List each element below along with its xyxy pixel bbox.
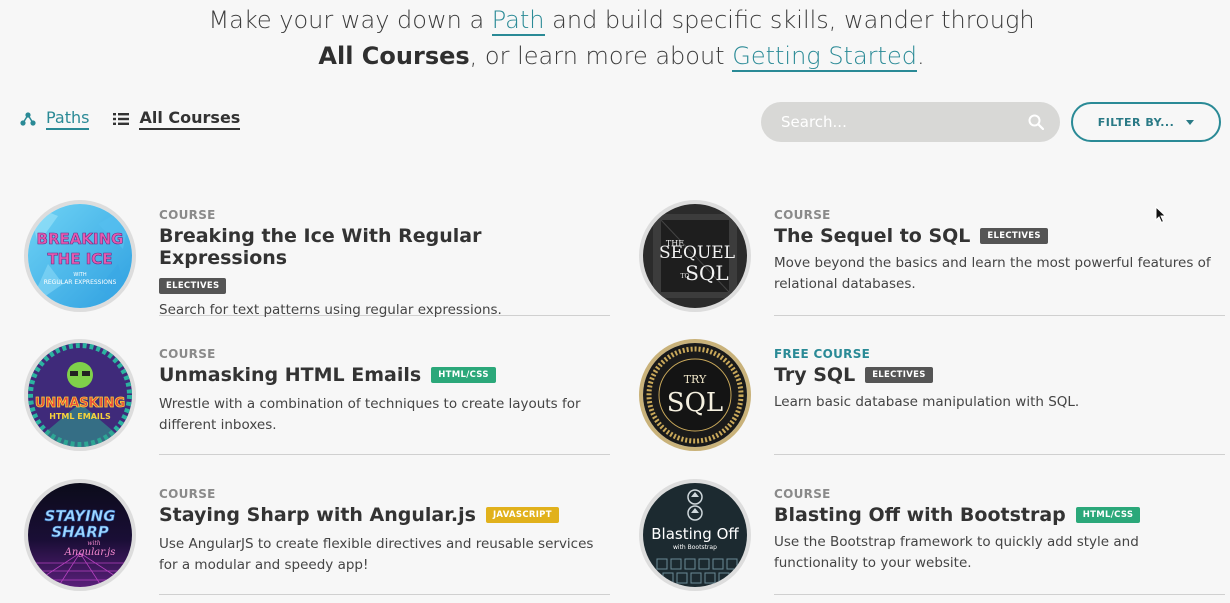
intro-text: Make your way down a Path and build spec… (0, 2, 1230, 74)
course-badge: ELECTIVES (865, 367, 933, 383)
course-title-row: The Sequel to SQL ELECTIVES (774, 225, 1225, 247)
svg-text:HTML EMAILS: HTML EMAILS (49, 412, 111, 421)
course-info: COURSE Breaking the Ice With Regular Exp… (159, 208, 610, 318)
course-kind: COURSE (159, 347, 216, 361)
all-courses-text: All Courses (318, 42, 470, 70)
svg-text:SQL: SQL (667, 388, 723, 418)
path-link[interactable]: Path (491, 6, 545, 36)
course-thumbnail: BREAKING THE ICE WITH REGULAR EXPRESSION… (24, 200, 136, 312)
course-info: COURSE Staying Sharp with Angular.js JAV… (159, 487, 610, 595)
course-card[interactable]: STAYING SHARP with Angular.js COURSE Sta… (24, 479, 610, 595)
search-icon[interactable] (1028, 114, 1044, 130)
svg-text:SQL: SQL (685, 261, 728, 285)
course-kind: COURSE (774, 487, 831, 501)
course-badge: HTML/CSS (1075, 507, 1141, 523)
course-title[interactable]: Breaking the Ice With Regular Expression… (159, 225, 610, 269)
svg-text:UNMASKING: UNMASKING (35, 396, 125, 411)
course-description: Search for text patterns using regular e… (159, 302, 502, 318)
svg-text:Angular.js: Angular.js (64, 547, 116, 558)
course-thumbnail: TRY SQL (639, 339, 751, 451)
course-card[interactable]: THE SEQUEL TO SQL COURSE The Sequel to S… (639, 200, 1225, 316)
course-title[interactable]: Blasting Off with Bootstrap (774, 504, 1066, 526)
course-info: COURSE The Sequel to SQL ELECTIVES Move … (774, 208, 1225, 316)
course-description: Move beyond the basics and learn the mos… (774, 255, 1211, 292)
intro-text-part: , or learn more about (469, 42, 733, 70)
course-kind: COURSE (774, 208, 831, 222)
course-kind: COURSE (159, 208, 216, 222)
svg-text:BREAKING: BREAKING (37, 230, 124, 248)
course-info: COURSE Blasting Off with Bootstrap HTML/… (774, 487, 1225, 595)
course-title[interactable]: Staying Sharp with Angular.js (159, 504, 476, 526)
course-card[interactable]: BREAKING THE ICE WITH REGULAR EXPRESSION… (24, 200, 610, 318)
filter-by-button[interactable]: FILTER BY... (1071, 102, 1221, 142)
course-badge: ELECTIVES (980, 228, 1048, 244)
list-icon (113, 113, 130, 125)
paths-icon (20, 112, 36, 126)
svg-text:SHARP: SHARP (51, 523, 109, 541)
caret-down-icon (1186, 119, 1195, 125)
course-title[interactable]: Try SQL (774, 364, 855, 386)
intro-line-1: Make your way down a Path and build spec… (0, 2, 1230, 38)
course-kind: FREE COURSE (774, 347, 871, 361)
course-title-row: Staying Sharp with Angular.js JAVASCRIPT (159, 504, 610, 526)
course-info: COURSE Unmasking HTML Emails HTML/CSS Wr… (159, 347, 610, 455)
getting-started-link[interactable]: Getting Started (732, 42, 917, 72)
svg-text:WITH: WITH (73, 272, 86, 278)
course-badge: JAVASCRIPT (485, 507, 559, 523)
course-title-row: Try SQL ELECTIVES (774, 364, 1225, 386)
course-thumbnail: STAYING SHARP with Angular.js (24, 479, 136, 591)
svg-text:with: with (87, 540, 100, 547)
intro-line-2: All Courses, or learn more about Getting… (0, 38, 1230, 74)
course-kind: COURSE (159, 487, 216, 501)
intro-text-part: and build specific skills, wander throug… (544, 6, 1035, 34)
svg-text:TRY: TRY (684, 373, 707, 386)
all-courses-tab-label: All Courses (139, 108, 241, 130)
paths-tab[interactable]: Paths (20, 108, 90, 130)
course-description: Wrestle with a combination of techniques… (159, 396, 581, 433)
course-title-row: Unmasking HTML Emails HTML/CSS (159, 364, 610, 386)
course-title-row: Breaking the Ice With Regular Expression… (159, 225, 610, 269)
paths-tab-label: Paths (46, 108, 90, 130)
course-thumbnail: UNMASKING HTML EMAILS (24, 339, 136, 451)
course-thumbnail: Blasting Off with Bootstrap (639, 479, 751, 591)
course-badge-row: ELECTIVES (159, 273, 610, 294)
course-info: FREE COURSE Try SQL ELECTIVES Learn basi… (774, 347, 1225, 455)
course-description: Learn basic database manipulation with S… (774, 394, 1080, 410)
course-thumbnail: THE SEQUEL TO SQL (639, 200, 751, 312)
intro-text-part: Make your way down a (208, 6, 492, 34)
course-card[interactable]: Blasting Off with Bootstrap COURSE Blast… (639, 479, 1225, 595)
intro-text-part: . (916, 42, 925, 70)
course-card[interactable]: TRY SQL FREE COURSE Try SQL ELECTIVES Le… (639, 339, 1225, 455)
search-input[interactable] (781, 113, 1028, 131)
all-courses-tab[interactable]: All Courses (113, 108, 241, 130)
view-toggle: Paths All Courses (20, 108, 241, 130)
course-title[interactable]: Unmasking HTML Emails (159, 364, 421, 386)
course-badge: HTML/CSS (431, 367, 496, 383)
course-description: Use AngularJS to create flexible directi… (159, 536, 594, 573)
svg-text:Blasting Off: Blasting Off (651, 525, 739, 543)
svg-text:with Bootstrap: with Bootstrap (673, 544, 717, 551)
course-title[interactable]: The Sequel to SQL (774, 225, 970, 247)
course-title-row: Blasting Off with Bootstrap HTML/CSS (774, 504, 1225, 526)
svg-text:REGULAR EXPRESSIONS: REGULAR EXPRESSIONS (44, 279, 117, 286)
svg-text:SEQUEL: SEQUEL (659, 243, 735, 263)
svg-text:THE ICE: THE ICE (47, 250, 112, 268)
course-card[interactable]: UNMASKING HTML EMAILS COURSE Unmasking H… (24, 339, 610, 455)
search-box (761, 102, 1060, 142)
filter-by-label: FILTER BY... (1097, 115, 1175, 129)
course-badge: ELECTIVES (159, 278, 227, 294)
course-description: Use the Bootstrap framework to quickly a… (774, 534, 1139, 571)
